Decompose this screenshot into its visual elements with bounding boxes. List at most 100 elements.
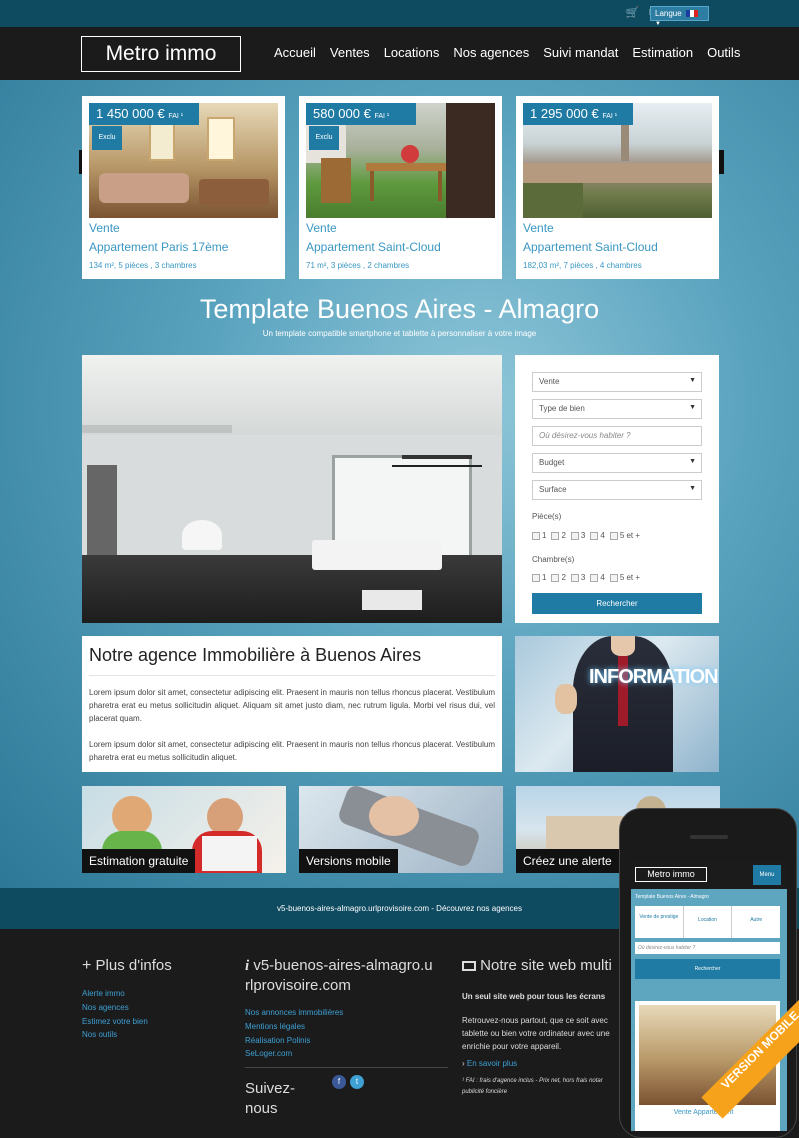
feature-mobile[interactable]: Versions mobile [299, 786, 503, 873]
footer-heading: Notre site web multi [462, 957, 612, 974]
listing-specs: 71 m², 3 pièces , 2 chambres [306, 261, 410, 270]
plus-icon: + [82, 957, 92, 974]
information-banner-image: INFORMATION [515, 636, 719, 772]
phone-tab-location[interactable]: Location [684, 906, 733, 938]
footer-heading-text: Notre site web multi [480, 957, 612, 974]
bedrooms-checkbox[interactable]: 3 [570, 573, 585, 582]
page-title: Template Buenos Aires - Almagro [199, 294, 600, 324]
property-type-value: Type de bien [539, 404, 585, 413]
nav-item-estimation[interactable]: Estimation [632, 45, 693, 60]
cart-icon[interactable]: 🛒 [626, 7, 640, 20]
caret-icon: ▼ [689, 458, 696, 465]
about-title: Notre agence Immobilière à Buenos Aires [89, 645, 422, 665]
footer-subtitle: Un seul site web pour tous les écrans [462, 992, 606, 1001]
surface-value: Surface [539, 485, 567, 494]
phone-location-input[interactable]: Où désirez-vous habiter ? [635, 942, 780, 954]
listing-title[interactable]: Appartement Saint-Cloud [306, 240, 441, 254]
caret-icon: ▼ [689, 404, 696, 411]
about-paragraph: Lorem ipsum dolor sit amet, consectetur … [89, 688, 495, 723]
site-header: Metro immo Accueil Ventes Locations Nos … [0, 27, 799, 80]
bedrooms-checkbox[interactable]: 1 [532, 573, 546, 582]
search-button[interactable]: Rechercher [532, 593, 702, 614]
top-strip: 🛒 ✉ f t ≋ Langue ▼ [0, 0, 799, 27]
listing-specs: 182,03 m², 7 pièces , 4 chambres [523, 261, 642, 270]
nav-item-accueil[interactable]: Accueil [274, 45, 316, 60]
property-search-form: Vente ▼ Type de bien ▼ Où désirez-vous hab… [515, 355, 719, 623]
phone-speaker [690, 835, 728, 839]
about-paragraph: Lorem ipsum dolor sit amet, consectetur … [89, 740, 495, 762]
twitter-icon[interactable]: t [350, 1075, 364, 1089]
footer-heading-text: Plus d'infos [95, 957, 172, 974]
surface-select[interactable]: Surface ▼ [532, 480, 702, 500]
divider [89, 675, 495, 676]
phone-tab-autre[interactable]: Autre [732, 906, 780, 938]
transaction-select[interactable]: Vente ▼ [532, 372, 702, 392]
caret-icon: ▼ [689, 485, 696, 492]
rooms-checkbox[interactable]: 4 [590, 531, 605, 540]
footer-link[interactable]: Réalisation Polinis [245, 1036, 310, 1045]
listing-card[interactable]: 1 450 000 € FAI ¹ Exclu Vente Appartemen… [82, 96, 285, 279]
listing-kind: Vente [306, 221, 337, 235]
divider [245, 1067, 448, 1068]
listing-kind: Vente [523, 221, 554, 235]
footer-link[interactable]: Nos outils [82, 1030, 117, 1039]
footer-link[interactable]: Estimez votre bien [82, 1017, 148, 1026]
phone-tab-prestige[interactable]: Vente de prestige [635, 906, 684, 938]
phone-listing-title: Vente Appartement [673, 1109, 734, 1116]
listing-title[interactable]: Appartement Saint-Cloud [523, 240, 658, 254]
footer-link[interactable]: Nos annonces immobilières [245, 1008, 343, 1017]
language-dropdown[interactable]: Langue ▼ [650, 6, 709, 27]
footer-heading-text: v5-buenos-aires-almagro.urlprovisoire.co… [245, 957, 433, 994]
listing-title[interactable]: Appartement Paris 17ème [89, 240, 228, 254]
listing-card[interactable]: 1 295 000 € FAI ¹ Vente Appartement Sain… [516, 96, 719, 279]
footer-heading: i v5-buenos-aires-almagro.urlprovisoire.… [245, 956, 435, 996]
nav-item-outils[interactable]: Outils [707, 45, 740, 60]
footer-link[interactable]: Alerte immo [82, 989, 125, 998]
nav-item-agences[interactable]: Nos agences [453, 45, 529, 60]
footer-link[interactable]: Nos agences [82, 1003, 129, 1012]
bedrooms-checkbox[interactable]: 2 [551, 573, 566, 582]
facebook-icon[interactable]: f [332, 1075, 346, 1089]
footer-heading: + Plus d'infos [82, 957, 172, 975]
rooms-checkbox[interactable]: 5 et + [609, 531, 640, 540]
fees-note: ¹ FAI : frais d'agence inclus - Prix net… [462, 1078, 603, 1095]
bedrooms-checkbox[interactable]: 4 [590, 573, 605, 582]
location-input[interactable]: Où désirez-vous habiter ? [532, 426, 702, 446]
phone-search-button[interactable]: Rechercher [635, 959, 780, 979]
rooms-checkbox[interactable]: 2 [551, 531, 566, 540]
listing-kind: Vente [89, 221, 120, 235]
nav-item-ventes[interactable]: Ventes [330, 45, 370, 60]
site-logo[interactable]: Metro immo [81, 36, 241, 72]
phone-menu-button[interactable]: Menu [753, 865, 781, 885]
phone-logo[interactable]: Metro immo [635, 867, 707, 882]
exclusive-badge: Exclu [92, 126, 122, 150]
info-icon: i [245, 958, 250, 974]
follow-us-label: Suivez-nous [245, 1080, 296, 1117]
nav-item-suivi-mandat[interactable]: Suivi mandat [543, 45, 618, 60]
budget-value: Budget [539, 458, 565, 467]
learn-more-link[interactable]: › En savoir plus [462, 1059, 517, 1068]
listing-price: 1 450 000 € FAI ¹ [89, 103, 199, 125]
footer-link[interactable]: Mentions légales [245, 1022, 305, 1031]
monitor-icon [462, 961, 476, 972]
rooms-checkbox[interactable]: 1 [532, 531, 546, 540]
page-subtitle: Un template compatible smartphone et tab… [262, 329, 537, 338]
listing-card[interactable]: 580 000 € FAI ¹ Exclu Vente Appartement … [299, 96, 502, 279]
listing-specs: 134 m², 5 pièces , 3 chambres [89, 261, 197, 270]
bedrooms-checkbox[interactable]: 5 et + [609, 573, 640, 582]
rooms-checkbox[interactable]: 3 [570, 531, 585, 540]
listing-price: 580 000 € FAI ¹ [306, 103, 416, 125]
footer-link[interactable]: SeLoger.com [245, 1049, 292, 1058]
chevron-right-icon: › [462, 1059, 465, 1068]
bedrooms-checkboxes: 1 2 3 4 5 et + [532, 573, 640, 582]
feature-estimation[interactable]: Estimation gratuite [82, 786, 286, 873]
french-flag-icon [685, 10, 698, 18]
property-type-select[interactable]: Type de bien ▼ [532, 399, 702, 419]
main-nav: Accueil Ventes Locations Nos agences Sui… [274, 45, 740, 60]
mobile-preview-phone: Metro immo Menu Template Buenos Aires - … [619, 808, 797, 1138]
nav-item-locations[interactable]: Locations [384, 45, 440, 60]
information-text: INFORMATION [589, 666, 719, 688]
rooms-checkboxes: 1 2 3 4 5 et + [532, 531, 640, 540]
footer-text: Retrouvez-nous partout, que ce soit avec… [462, 1016, 610, 1051]
budget-select[interactable]: Budget ▼ [532, 453, 702, 473]
